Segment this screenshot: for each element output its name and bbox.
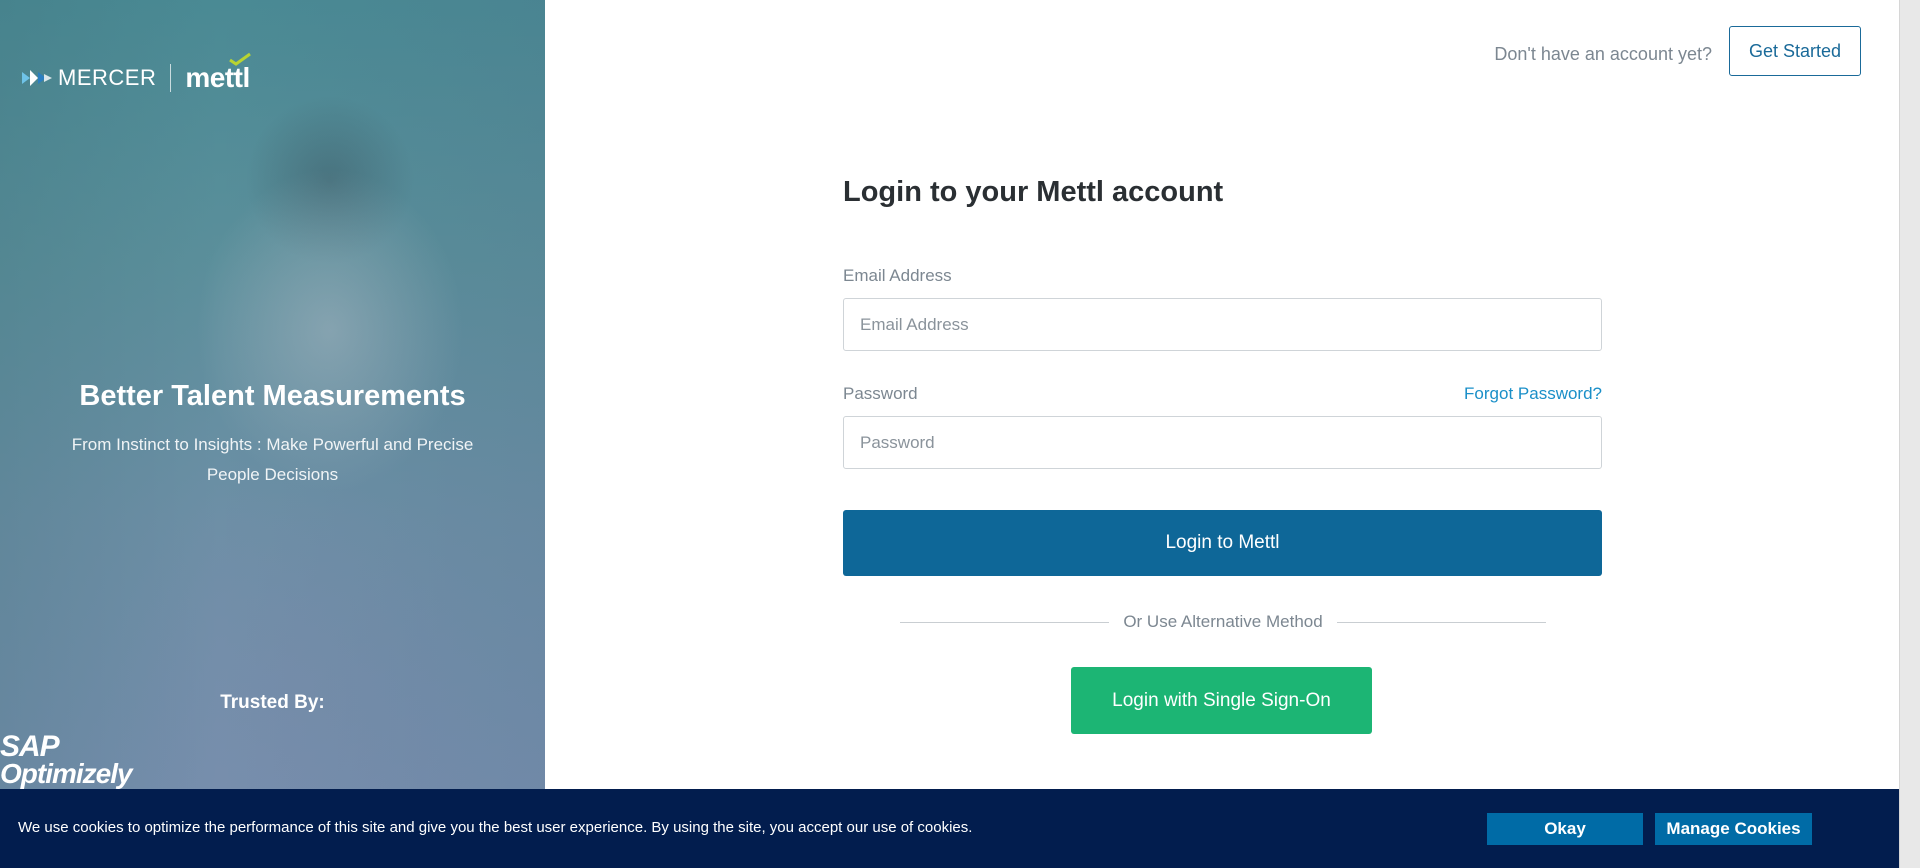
optimizely-client-logo: Optimizely bbox=[0, 758, 133, 789]
trusted-by-label: Trusted By: bbox=[220, 692, 325, 713]
mercer-wordmark: MERCER bbox=[58, 65, 157, 90]
email-label: Email Address bbox=[843, 266, 952, 285]
cookie-okay-button[interactable]: Okay bbox=[1487, 813, 1643, 845]
hero-title: Better Talent Measurements bbox=[79, 380, 466, 412]
divider-text: Or Use Alternative Method bbox=[1123, 612, 1323, 631]
password-field[interactable] bbox=[843, 416, 1602, 469]
mercer-logo-icon bbox=[22, 68, 52, 88]
hero-subtitle: From Instinct to Insights : Make Powerfu… bbox=[71, 435, 474, 484]
mettl-wordmark-text: mettl bbox=[185, 62, 250, 93]
page-scrollbar[interactable] bbox=[1899, 0, 1920, 868]
signup-prompt: Don't have an account yet? bbox=[1494, 44, 1712, 64]
divider-line-left bbox=[900, 621, 1110, 623]
cookie-message: We use cookies to optimize the performan… bbox=[18, 819, 973, 836]
brand-logo[interactable]: MERCER mettl bbox=[22, 52, 251, 94]
divider-line-right bbox=[1336, 621, 1546, 623]
logo-divider bbox=[170, 64, 172, 92]
login-button[interactable]: Login to Mettl bbox=[843, 510, 1602, 576]
cookie-banner: We use cookies to optimize the performan… bbox=[0, 789, 1899, 868]
forgot-password-link[interactable]: Forgot Password? bbox=[1464, 384, 1602, 404]
get-started-button[interactable]: Get Started bbox=[1729, 26, 1861, 76]
mettl-wordmark: mettl bbox=[185, 52, 251, 94]
alternative-method-divider: Or Use Alternative Method bbox=[900, 612, 1546, 632]
page-title: Login to your Mettl account bbox=[843, 176, 1224, 208]
email-field[interactable] bbox=[843, 298, 1602, 351]
mettl-tick-icon bbox=[228, 52, 251, 66]
hero-panel: MERCER mettl Better Talent Measurements … bbox=[0, 0, 545, 868]
password-label: Password bbox=[843, 384, 918, 403]
manage-cookies-button[interactable]: Manage Cookies bbox=[1655, 813, 1812, 845]
sso-login-button[interactable]: Login with Single Sign-On bbox=[1071, 667, 1372, 734]
